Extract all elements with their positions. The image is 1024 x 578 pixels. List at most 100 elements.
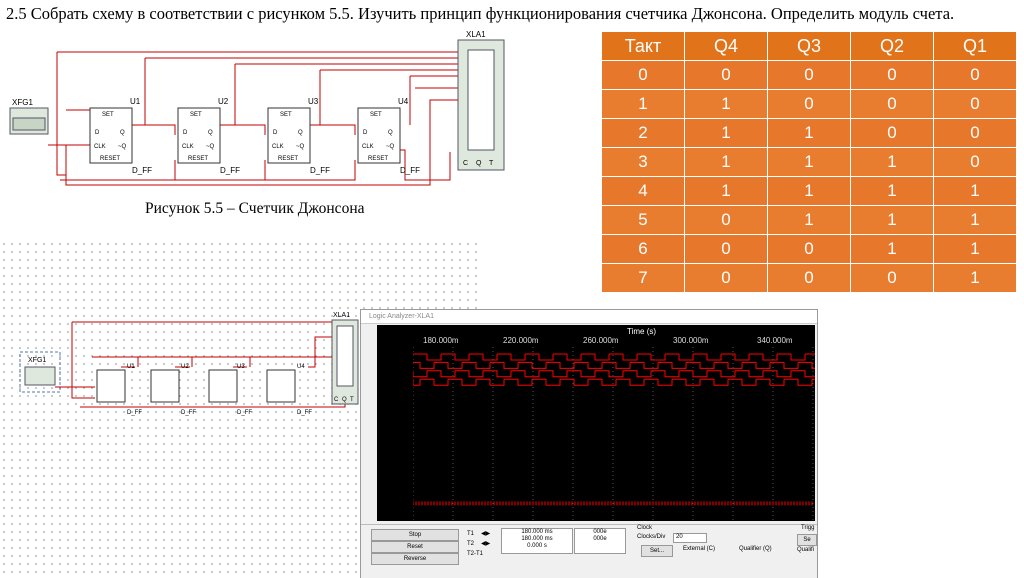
table-cell: 6 — [601, 234, 685, 264]
svg-text:D_FF: D_FF — [132, 166, 152, 175]
svg-text:RESET: RESET — [100, 156, 120, 162]
svg-text:U4: U4 — [297, 364, 305, 370]
stop-button[interactable]: Stop — [371, 529, 459, 541]
table-cell: 0 — [850, 263, 934, 293]
svg-text:SET: SET — [190, 112, 202, 118]
header-cell: Q4 — [684, 31, 768, 61]
top-schematic: XFG1 U1 SET D Q CLK ~Q RESET D_FF U2 SET D Q C… — [9, 30, 505, 186]
time-tick: 300.000m — [673, 336, 709, 345]
trigger-qualifier-label: Qualifi — [797, 547, 815, 553]
svg-text:~Q: ~Q — [386, 144, 395, 150]
svg-text:CLK: CLK — [272, 144, 284, 150]
svg-text:D_FF: D_FF — [400, 166, 420, 175]
t1-label: T1 — [467, 531, 475, 537]
window-title: Logic Analyzer-XLA1 — [361, 310, 817, 324]
qualifier-label: Qualifier (Q) — [739, 546, 772, 552]
svg-text:~Q: ~Q — [296, 144, 305, 150]
svg-text:D: D — [363, 130, 368, 136]
svg-text:D: D — [183, 130, 188, 136]
table-cell: 0 — [933, 118, 1017, 148]
trigger-set-button[interactable]: Se — [797, 534, 817, 546]
waveform-display[interactable]: Time (s) 180.000m 220.000m 260.000m 300.… — [377, 325, 815, 521]
svg-text:XFG1: XFG1 — [28, 357, 46, 364]
svg-text:U3: U3 — [308, 97, 319, 106]
table-cell: 1 — [850, 176, 934, 206]
table-cell: 1 — [767, 118, 851, 148]
svg-text:CLK: CLK — [182, 144, 194, 150]
svg-text:D_FF: D_FF — [297, 410, 312, 416]
svg-text:~Q: ~Q — [206, 144, 215, 150]
svg-text:CLK: CLK — [362, 144, 374, 150]
svg-text:C: C — [463, 160, 468, 167]
t2-t1-label: T2-T1 — [467, 551, 484, 557]
svg-text:D: D — [273, 130, 278, 136]
reverse-button[interactable]: Reverse — [371, 553, 459, 565]
table-row: 70001 — [601, 263, 1017, 293]
t2-arrows[interactable]: ◀▶ — [481, 540, 490, 547]
table-cell: 1 — [850, 234, 934, 264]
waveform-q3 — [413, 370, 815, 378]
svg-text:T: T — [489, 160, 494, 167]
svg-text:~Q: ~Q — [118, 144, 127, 150]
svg-text:U3: U3 — [237, 364, 245, 370]
svg-text:T: T — [350, 397, 354, 403]
svg-text:SET: SET — [370, 112, 382, 118]
table-row: 31110 — [601, 147, 1017, 177]
header-cell: Q2 — [850, 31, 934, 61]
svg-text:D_FF: D_FF — [127, 410, 142, 416]
header-cell: Такт — [601, 31, 685, 61]
flipflop-u3: U3 SET D Q CLK ~Q RESET D_FF — [267, 97, 330, 175]
time-axis: Time (s) 180.000m 220.000m 260.000m 300.… — [377, 325, 815, 347]
header-cell: Q1 — [933, 31, 1017, 61]
table-row: 50111 — [601, 205, 1017, 235]
table-cell: 0 — [850, 118, 934, 148]
time-tick: 260.000m — [583, 336, 619, 345]
time-readout: 180.000 ms 180.000 ms 0.000 s — [501, 528, 573, 554]
logic-analyzer-symbol: XLA1 C Q T — [457, 30, 505, 171]
figure-caption: Рисунок 5.5 – Счетчик Джонсона — [145, 200, 365, 217]
table-cell: 0 — [684, 234, 768, 264]
waveforms — [413, 347, 815, 521]
generator-label: XFG1 — [12, 98, 33, 107]
table-cell: 0 — [933, 89, 1017, 119]
svg-text:U4: U4 — [398, 97, 409, 106]
svg-text:D_FF: D_FF — [310, 166, 330, 175]
t1-arrows[interactable]: ◀▶ — [481, 530, 490, 537]
external-label: External (C) — [683, 546, 716, 552]
table-cell: 1 — [933, 205, 1017, 235]
svg-text:Q: Q — [208, 130, 213, 136]
svg-text:D_FF: D_FF — [237, 410, 252, 416]
clock-set-button[interactable]: Set... — [641, 545, 673, 557]
svg-text:Q: Q — [298, 130, 303, 136]
bottom-flipflop-u2: U2 D_FF — [150, 364, 196, 416]
svg-text:U1: U1 — [130, 97, 141, 106]
table-cell: 5 — [601, 205, 685, 235]
bottom-flipflop-u1: U1 D_FF — [96, 364, 142, 416]
svg-text:RESET: RESET — [188, 156, 208, 162]
table-cell: 1 — [601, 89, 685, 119]
svg-text:U2: U2 — [218, 97, 229, 106]
table-row: 11000 — [601, 89, 1017, 119]
svg-text:SET: SET — [280, 112, 292, 118]
svg-text:XLA1: XLA1 — [333, 312, 350, 319]
table-cell: 4 — [601, 176, 685, 206]
flipflop-u4: U4 SET D Q CLK ~Q RESET D_FF — [357, 97, 420, 175]
reset-button[interactable]: Reset — [371, 541, 459, 553]
function-generator: XFG1 — [9, 98, 49, 135]
table-cell: 0 — [850, 89, 934, 119]
clocks-div-input[interactable]: 20 — [673, 533, 707, 543]
hex-readout: 000e 000e — [574, 528, 626, 554]
table-cell: 1 — [767, 176, 851, 206]
table-cell: 1 — [684, 118, 768, 148]
waveform-q2 — [413, 361, 815, 369]
svg-text:XLA1: XLA1 — [466, 30, 486, 39]
table-cell: 1 — [684, 147, 768, 177]
table-cell: 0 — [933, 147, 1017, 177]
time-tick: 340.000m — [757, 336, 793, 345]
table-row: 60011 — [601, 234, 1017, 264]
table-cell: 1 — [850, 147, 934, 177]
task-text: 2.5 Собрать схему в соответствии с рисун… — [6, 4, 955, 23]
logic-analyzer-window[interactable]: Logic Analyzer-XLA1 21345Term 6Term 7Ter… — [360, 309, 818, 578]
table-header-row: Такт Q4 Q3 Q2 Q1 — [601, 31, 1017, 61]
svg-text:U1: U1 — [127, 364, 135, 370]
